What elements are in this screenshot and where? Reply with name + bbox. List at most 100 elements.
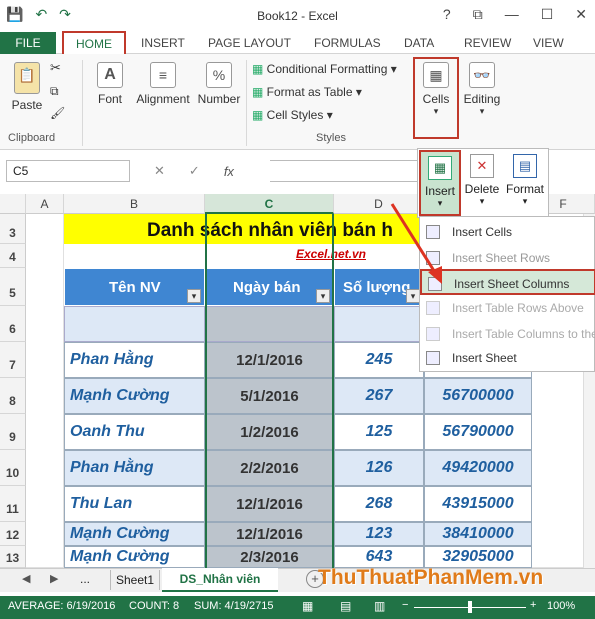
sheet-tab-ds-nhan-vien[interactable]: DS_Nhân viên bbox=[162, 568, 278, 592]
tab-formulas[interactable]: FORMULAS bbox=[314, 36, 381, 50]
column-header[interactable]: C bbox=[205, 194, 334, 214]
cell-thanh-tien[interactable]: 56700000 bbox=[424, 378, 532, 414]
menu-item-insert-sheet[interactable]: Insert Sheet bbox=[420, 345, 595, 371]
copy-icon[interactable]: ⧉ bbox=[50, 84, 59, 99]
row-header[interactable]: 13 bbox=[0, 546, 26, 568]
formula-input[interactable] bbox=[270, 160, 420, 182]
maximize-icon[interactable]: ☐ bbox=[541, 6, 554, 23]
row-header[interactable]: 9 bbox=[0, 414, 26, 450]
cell-thanh-tien[interactable]: 43915000 bbox=[424, 486, 532, 522]
cell-ngay-ban[interactable]: 2/2/2016 bbox=[205, 450, 334, 486]
tab-file[interactable]: FILE bbox=[0, 32, 56, 54]
cut-icon[interactable]: ✂ bbox=[50, 60, 61, 76]
cell-ten-nv[interactable]: Mạnh Cường bbox=[64, 522, 205, 546]
cell-ngay-ban[interactable]: 12/1/2016 bbox=[205, 522, 334, 546]
cell-thanh-tien[interactable]: 32905000 bbox=[424, 546, 532, 568]
website-link[interactable]: Excel.net.vn bbox=[258, 247, 366, 265]
header-ngay-ban[interactable]: Ngày bán ▾ bbox=[205, 268, 334, 306]
menu-item-insert-table-rows-above[interactable]: Insert Table Rows Above bbox=[420, 295, 595, 321]
header-ten-nv[interactable]: Tên NV ▾ bbox=[64, 268, 205, 306]
name-box[interactable]: C5 bbox=[6, 160, 130, 182]
row-header[interactable]: 8 bbox=[0, 378, 26, 414]
conditional-formatting-button[interactable]: ▦ Conditional Formatting ▾ bbox=[252, 62, 397, 76]
prev-sheet-icon[interactable]: ◀ bbox=[22, 572, 30, 585]
page-layout-view-icon[interactable]: ▤ bbox=[340, 599, 351, 613]
row-header[interactable]: 7 bbox=[0, 342, 26, 378]
cell-ngay-ban[interactable]: 1/2/2016 bbox=[205, 414, 334, 450]
cell-so-luong[interactable]: 643 bbox=[334, 546, 424, 568]
number-button[interactable]: % Number bbox=[196, 62, 242, 106]
cell-ngay-ban[interactable]: 2/3/2016 bbox=[205, 546, 334, 568]
cell-ten-nv[interactable]: Phan Hằng bbox=[64, 450, 205, 486]
row-header[interactable]: 6 bbox=[0, 306, 26, 342]
cell-ngay-ban[interactable]: 5/1/2016 bbox=[205, 378, 334, 414]
column-a-cells[interactable] bbox=[26, 214, 64, 568]
column-header[interactable]: B bbox=[64, 194, 205, 214]
row-header[interactable]: 10 bbox=[0, 450, 26, 486]
format-painter-icon[interactable]: 🖌 bbox=[50, 106, 65, 120]
filter-dropdown-icon[interactable]: ▾ bbox=[187, 289, 201, 303]
cell-so-luong[interactable]: 268 bbox=[334, 486, 424, 522]
sheet-tab-sheet1[interactable]: Sheet1 bbox=[110, 570, 160, 590]
tab-review[interactable]: REVIEW bbox=[464, 36, 511, 50]
zoom-in-button[interactable]: + bbox=[530, 599, 536, 611]
enter-icon[interactable]: ✓ bbox=[189, 163, 200, 179]
table-cell[interactable] bbox=[205, 306, 334, 342]
normal-view-icon[interactable]: ▦ bbox=[302, 599, 313, 613]
row-header[interactable]: 11 bbox=[0, 486, 26, 522]
table-cell[interactable] bbox=[64, 306, 205, 342]
page-break-view-icon[interactable]: ▥ bbox=[374, 599, 385, 613]
cell-ten-nv[interactable]: Oanh Thu bbox=[64, 414, 205, 450]
delete-button[interactable]: ✕ Delete ▾ bbox=[462, 150, 502, 216]
paste-button[interactable]: 📋 Paste bbox=[10, 62, 44, 112]
select-all-corner[interactable] bbox=[0, 194, 26, 214]
menu-item-insert-table-columns[interactable]: Insert Table Columns to the bbox=[420, 321, 595, 347]
close-icon[interactable]: ✕ bbox=[575, 6, 587, 23]
row-header[interactable]: 5 bbox=[0, 268, 26, 306]
cell-thanh-tien[interactable]: 49420000 bbox=[424, 450, 532, 486]
column-header[interactable]: A bbox=[26, 194, 64, 214]
next-sheet-icon[interactable]: ▶ bbox=[50, 572, 58, 585]
cell-ten-nv[interactable]: Phan Hằng bbox=[64, 342, 205, 378]
zoom-level[interactable]: 100% bbox=[547, 600, 575, 612]
tab-data[interactable]: DATA bbox=[404, 36, 434, 50]
cell-thanh-tien[interactable]: 38410000 bbox=[424, 522, 532, 546]
cell-so-luong[interactable]: 126 bbox=[334, 450, 424, 486]
help-icon[interactable]: ? bbox=[443, 6, 451, 23]
zoom-out-button[interactable]: − bbox=[402, 599, 408, 611]
cell-ngay-ban[interactable]: 12/1/2016 bbox=[205, 342, 334, 378]
more-sheets[interactable]: ... bbox=[80, 572, 90, 586]
filter-dropdown-icon[interactable]: ▾ bbox=[406, 289, 420, 303]
filter-dropdown-icon[interactable]: ▾ bbox=[316, 289, 330, 303]
format-as-table-button[interactable]: ▦ Format as Table ▾ bbox=[252, 85, 362, 99]
fx-icon[interactable]: fx bbox=[224, 164, 234, 179]
sheet-title[interactable]: Danh sách nhân viên bán h bbox=[64, 214, 420, 244]
cell-ten-nv[interactable]: Mạnh Cường bbox=[64, 546, 205, 568]
cell-ten-nv[interactable]: Mạnh Cường bbox=[64, 378, 205, 414]
editing-button[interactable]: 👓 Editing ▾ bbox=[462, 62, 502, 117]
alignment-button[interactable]: ≡ Alignment bbox=[134, 62, 192, 106]
cell-so-luong[interactable]: 245 bbox=[334, 342, 424, 378]
cell-so-luong[interactable]: 123 bbox=[334, 522, 424, 546]
cells-button[interactable]: ▦ Cells ▾ bbox=[416, 62, 456, 117]
separator bbox=[82, 60, 83, 146]
row-header[interactable]: 3 bbox=[0, 214, 26, 244]
font-button[interactable]: A Font bbox=[92, 62, 128, 106]
zoom-slider-thumb[interactable] bbox=[468, 601, 472, 613]
format-button[interactable]: ▤ Format ▾ bbox=[503, 150, 547, 216]
cell-styles-button[interactable]: ▦ Cell Styles ▾ bbox=[252, 108, 333, 122]
tab-view[interactable]: VIEW bbox=[533, 36, 564, 50]
tab-insert[interactable]: INSERT bbox=[141, 36, 185, 50]
row-header[interactable]: 12 bbox=[0, 522, 26, 546]
cell-ngay-ban[interactable]: 12/1/2016 bbox=[205, 486, 334, 522]
minimize-icon[interactable]: — bbox=[505, 6, 519, 23]
cell-so-luong[interactable]: 125 bbox=[334, 414, 424, 450]
tab-page-layout[interactable]: PAGE LAYOUT bbox=[208, 36, 291, 50]
cell-ten-nv[interactable]: Thu Lan bbox=[64, 486, 205, 522]
row-header[interactable]: 4 bbox=[0, 244, 26, 268]
ribbon-display-icon[interactable]: ⧉ bbox=[473, 6, 483, 23]
cell-so-luong[interactable]: 267 bbox=[334, 378, 424, 414]
cell-thanh-tien[interactable]: 56790000 bbox=[424, 414, 532, 450]
table-cell[interactable] bbox=[334, 306, 424, 342]
cancel-icon[interactable]: ✕ bbox=[154, 163, 165, 179]
